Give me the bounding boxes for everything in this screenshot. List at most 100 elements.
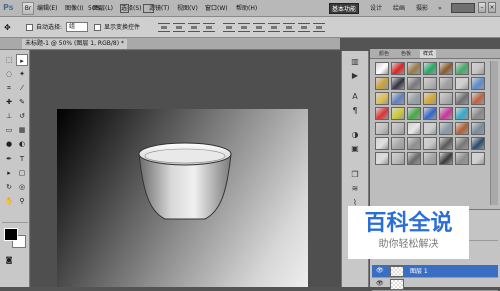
adjustments-panel-icon[interactable]: ◑	[348, 129, 362, 141]
style-swatch[interactable]	[455, 77, 469, 90]
style-swatch[interactable]	[471, 77, 485, 90]
channels-panel-icon[interactable]: ≋	[348, 183, 362, 195]
magic-wand-icon[interactable]: ✦	[16, 68, 28, 80]
style-swatch[interactable]	[423, 107, 437, 120]
type-tool-icon[interactable]: T	[16, 153, 28, 165]
style-swatch[interactable]	[439, 62, 453, 75]
style-swatch[interactable]	[439, 92, 453, 105]
shape-tool-icon[interactable]: ▢	[16, 167, 28, 179]
tab-color[interactable]: 颜色	[376, 50, 392, 58]
style-swatch[interactable]	[407, 122, 421, 135]
style-swatch[interactable]	[375, 107, 389, 120]
align-vcenter-icon[interactable]	[173, 23, 185, 32]
distribute-hcenter-icon[interactable]	[313, 23, 325, 32]
style-swatch[interactable]	[391, 137, 405, 150]
actions-panel-icon[interactable]: ▶	[348, 70, 362, 82]
style-swatch[interactable]	[439, 107, 453, 120]
workspace-essentials[interactable]: 基本功能	[329, 3, 359, 14]
masks-panel-icon[interactable]: ▣	[348, 143, 362, 155]
brush-tool-icon[interactable]: ✎	[16, 96, 28, 108]
style-swatch[interactable]	[391, 77, 405, 90]
workspace-photography[interactable]: 摄影	[416, 3, 428, 14]
style-swatch[interactable]	[455, 107, 469, 120]
style-swatch[interactable]	[455, 122, 469, 135]
menu-image[interactable]: 图像(I)	[65, 3, 83, 14]
pen-tool-icon[interactable]: ✒	[3, 153, 15, 165]
style-swatch[interactable]	[391, 152, 405, 165]
style-swatch[interactable]	[407, 62, 421, 75]
workspace-more-icon[interactable]: »	[438, 3, 442, 14]
character-panel-icon[interactable]: A	[348, 91, 362, 103]
quick-mask-icon[interactable]: ◙	[3, 254, 15, 266]
zoom-tool-icon[interactable]: ⚲	[16, 195, 28, 207]
history-brush-icon[interactable]: ↺	[16, 110, 28, 122]
menu-view[interactable]: 视图(V)	[177, 3, 198, 14]
auto-select-dropdown[interactable]: 组	[66, 22, 88, 32]
crop-tool-icon[interactable]: ⌗	[3, 82, 15, 94]
style-swatch[interactable]	[391, 122, 405, 135]
style-swatch[interactable]	[375, 92, 389, 105]
style-swatch[interactable]	[471, 62, 485, 75]
dodge-tool-icon[interactable]: ◐	[16, 138, 28, 150]
close-icon[interactable]: ×	[488, 2, 496, 13]
style-swatch[interactable]	[423, 137, 437, 150]
style-swatch[interactable]	[423, 122, 437, 135]
eyedropper-icon[interactable]: ⁄	[16, 82, 28, 94]
style-swatch[interactable]	[423, 62, 437, 75]
style-swatch[interactable]	[391, 62, 405, 75]
marquee-tool-icon[interactable]: ⬚	[3, 54, 15, 66]
style-swatch[interactable]	[375, 62, 389, 75]
menu-edit[interactable]: 编辑(E)	[37, 3, 57, 14]
style-swatch[interactable]	[455, 92, 469, 105]
workspace-painting[interactable]: 绘画	[393, 3, 405, 14]
layer-row[interactable]: 👁	[372, 278, 498, 291]
distribute-left-icon[interactable]	[298, 23, 310, 32]
document-canvas[interactable]	[57, 109, 308, 287]
style-swatch[interactable]	[407, 137, 421, 150]
style-swatch[interactable]	[471, 92, 485, 105]
style-swatch[interactable]	[471, 137, 485, 150]
tab-styles[interactable]: 样式	[420, 50, 437, 58]
style-swatch[interactable]	[455, 137, 469, 150]
menu-window[interactable]: 窗口(W)	[205, 3, 228, 14]
lasso-tool-icon[interactable]: ◌	[3, 68, 15, 80]
align-left-icon[interactable]	[203, 23, 215, 32]
3d-orbit-icon[interactable]: ◎	[16, 181, 28, 193]
style-swatch[interactable]	[455, 62, 469, 75]
style-swatch[interactable]	[471, 107, 485, 120]
distribute-center-icon[interactable]	[268, 23, 280, 32]
path-selection-icon[interactable]: ▸	[3, 167, 15, 179]
layer-row-selected[interactable]: 👁 图层 1	[372, 265, 498, 278]
style-swatch[interactable]	[391, 92, 405, 105]
foreground-color-swatch[interactable]	[4, 228, 18, 241]
move-tool-icon[interactable]: ✥	[4, 22, 18, 33]
style-swatch[interactable]	[375, 122, 389, 135]
style-swatch[interactable]	[423, 77, 437, 90]
zoom-level[interactable]: 50%	[88, 3, 114, 14]
paragraph-panel-icon[interactable]: ¶	[348, 105, 362, 117]
styles-scrollbar[interactable]	[490, 61, 498, 205]
clone-stamp-icon[interactable]: ⊥	[3, 110, 15, 122]
style-swatch[interactable]	[439, 152, 453, 165]
style-swatch[interactable]	[391, 107, 405, 120]
style-swatch[interactable]	[423, 92, 437, 105]
hand-tool-icon[interactable]: ✋	[3, 195, 15, 207]
document-tab[interactable]: 未标题-1 @ 50% (图层 1, RGB/8) *	[22, 39, 127, 49]
style-swatch[interactable]	[375, 77, 389, 90]
minimize-icon[interactable]: –	[478, 2, 486, 13]
eye-icon[interactable]: 👁	[376, 281, 384, 287]
style-swatch[interactable]	[439, 122, 453, 135]
style-swatch[interactable]	[455, 152, 469, 165]
style-swatch[interactable]	[375, 137, 389, 150]
gradient-tool-icon[interactable]: ▦	[16, 124, 28, 136]
eye-icon[interactable]: 👁	[376, 268, 384, 274]
tab-swatches[interactable]: 色板	[398, 50, 414, 58]
style-swatch[interactable]	[439, 77, 453, 90]
blur-tool-icon[interactable]: ●	[3, 138, 15, 150]
workspace-design[interactable]: 设计	[370, 3, 382, 14]
bridge-button[interactable]: Br	[22, 2, 34, 15]
auto-select-checkbox[interactable]	[26, 24, 33, 31]
eraser-icon[interactable]: ▭	[3, 124, 15, 136]
style-swatch[interactable]	[407, 92, 421, 105]
move-tool-icon[interactable]: ▸	[16, 54, 28, 66]
